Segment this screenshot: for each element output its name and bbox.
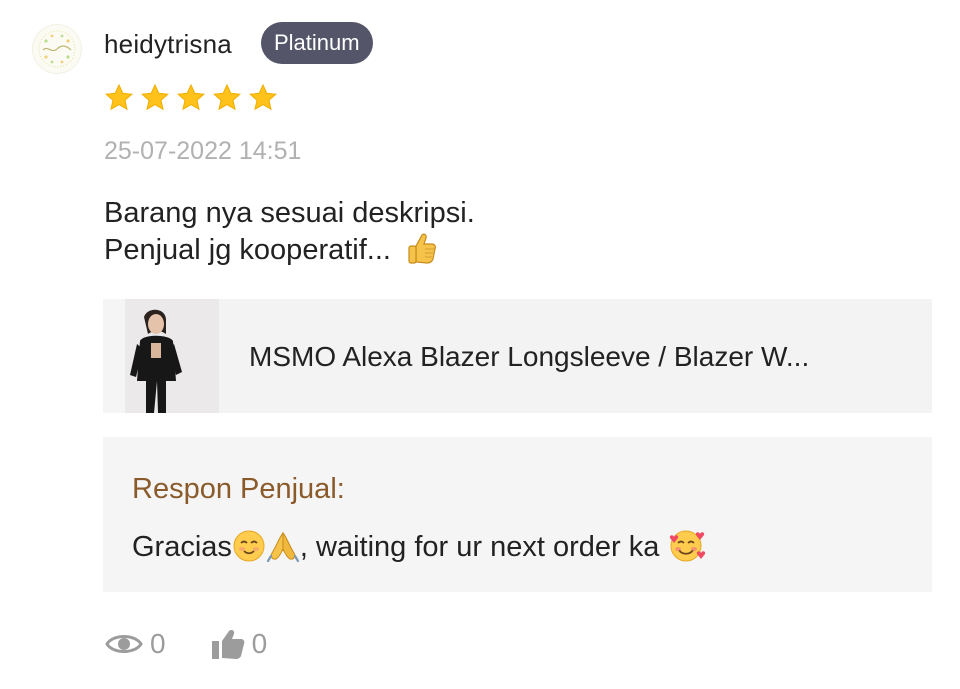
smiling-face-with-hearts-emoji-icon bbox=[667, 527, 706, 571]
thumbs-up-emoji-icon bbox=[407, 231, 437, 274]
product-card[interactable]: MSMO Alexa Blazer Longsleeve / Blazer W.… bbox=[103, 299, 932, 413]
star-icon bbox=[105, 83, 133, 111]
product-image bbox=[103, 299, 219, 413]
star-icon bbox=[213, 83, 241, 111]
review-text-line-1: Barang nya sesuai deskripsi. bbox=[104, 197, 475, 229]
seller-response-text-part-1: Gracias bbox=[132, 531, 232, 563]
reviewer-username[interactable]: heidytrisna bbox=[104, 29, 232, 60]
membership-badge: Platinum bbox=[261, 22, 373, 64]
product-title[interactable]: MSMO Alexa Blazer Longsleeve / Blazer W.… bbox=[249, 341, 899, 373]
views-count: 0 bbox=[150, 628, 166, 659]
star-icon bbox=[177, 83, 205, 111]
seller-response-text: Gracias , waiting for ur next order ka bbox=[132, 527, 706, 571]
folded-hands-emoji-icon bbox=[266, 529, 300, 571]
likes-stat[interactable]: 0 bbox=[210, 627, 268, 661]
views-stat[interactable]: 0 bbox=[104, 628, 166, 660]
review-text-line-2: Penjual jg kooperatif... bbox=[104, 231, 475, 274]
relieved-face-emoji-icon bbox=[232, 529, 266, 571]
thumbs-up-icon bbox=[211, 630, 244, 659]
rating-stars bbox=[103, 82, 279, 114]
star-icon bbox=[141, 83, 169, 111]
seller-response: Respon Penjual: Gracias , waiting for ur… bbox=[103, 437, 932, 592]
review-stats: 0 0 bbox=[104, 627, 311, 661]
avatar[interactable] bbox=[32, 24, 82, 74]
avatar-logo bbox=[38, 30, 76, 68]
seller-response-text-part-2: , waiting for ur next order ka bbox=[299, 531, 660, 563]
eye-icon bbox=[105, 635, 143, 653]
star-icon bbox=[249, 83, 277, 111]
review-text-line-2-text: Penjual jg kooperatif... bbox=[104, 234, 391, 266]
seller-response-label: Respon Penjual: bbox=[132, 473, 345, 505]
product-thumbnail[interactable] bbox=[103, 299, 219, 413]
review-text: Barang nya sesuai deskripsi. Penjual jg … bbox=[104, 196, 475, 274]
likes-count: 0 bbox=[251, 628, 268, 659]
review-timestamp: 25-07-2022 14:51 bbox=[104, 137, 302, 165]
